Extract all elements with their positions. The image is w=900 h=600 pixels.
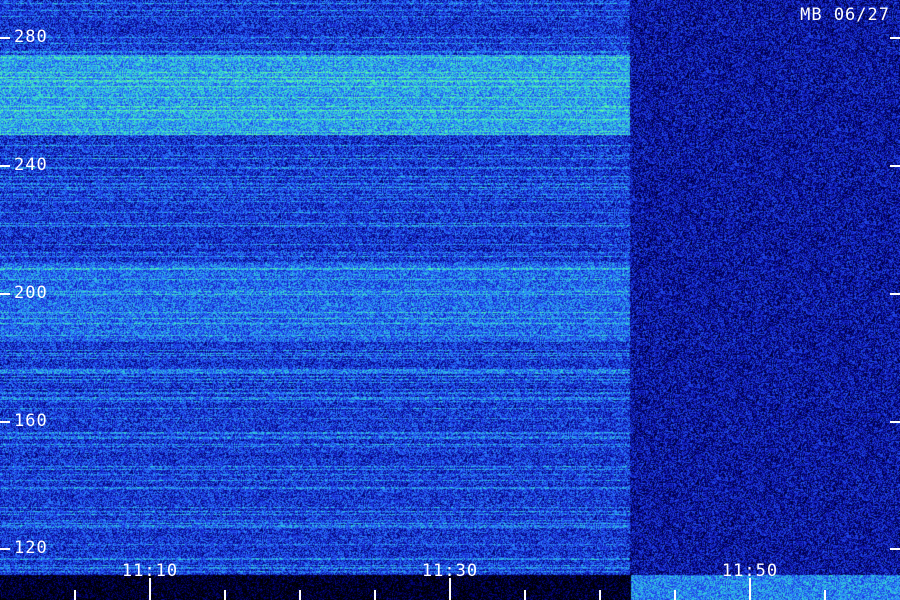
y-tick-right-120: [890, 548, 900, 551]
x-major-tick-10: [149, 578, 151, 600]
x-minor-tick-5: [74, 590, 76, 600]
x-tick-label-0: 11:10: [121, 561, 179, 581]
y-tick-left-280: [0, 37, 10, 40]
y-tick-left-200: [0, 292, 10, 295]
y-tick-label-160: 160: [14, 410, 48, 431]
station-date-label: MB 06/27: [800, 5, 890, 25]
y-tick-label-240: 240: [14, 155, 48, 176]
y-tick-label-200: 200: [14, 282, 48, 303]
x-minor-tick-25: [374, 590, 376, 600]
y-tick-right-240: [890, 165, 900, 168]
spectrogram-heatmap: [0, 0, 900, 600]
y-tick-left-120: [0, 548, 10, 551]
x-tick-label-2: 11:50: [721, 561, 779, 581]
y-tick-left-240: [0, 165, 10, 168]
y-tick-right-160: [890, 420, 900, 423]
x-minor-tick-15: [224, 590, 226, 600]
y-tick-right-200: [890, 292, 900, 295]
y-tick-label-120: 120: [14, 538, 48, 559]
y-tick-left-160: [0, 420, 10, 423]
y-tick-label-280: 280: [14, 27, 48, 48]
x-major-tick-50: [749, 578, 751, 600]
y-tick-right-280: [890, 37, 900, 40]
x-minor-tick-20: [299, 590, 301, 600]
x-minor-tick-35: [524, 590, 526, 600]
x-minor-tick-45: [674, 590, 676, 600]
x-minor-tick-55: [824, 590, 826, 600]
x-tick-label-1: 11:30: [421, 561, 479, 581]
x-major-tick-30: [449, 578, 451, 600]
x-minor-tick-40: [599, 590, 601, 600]
